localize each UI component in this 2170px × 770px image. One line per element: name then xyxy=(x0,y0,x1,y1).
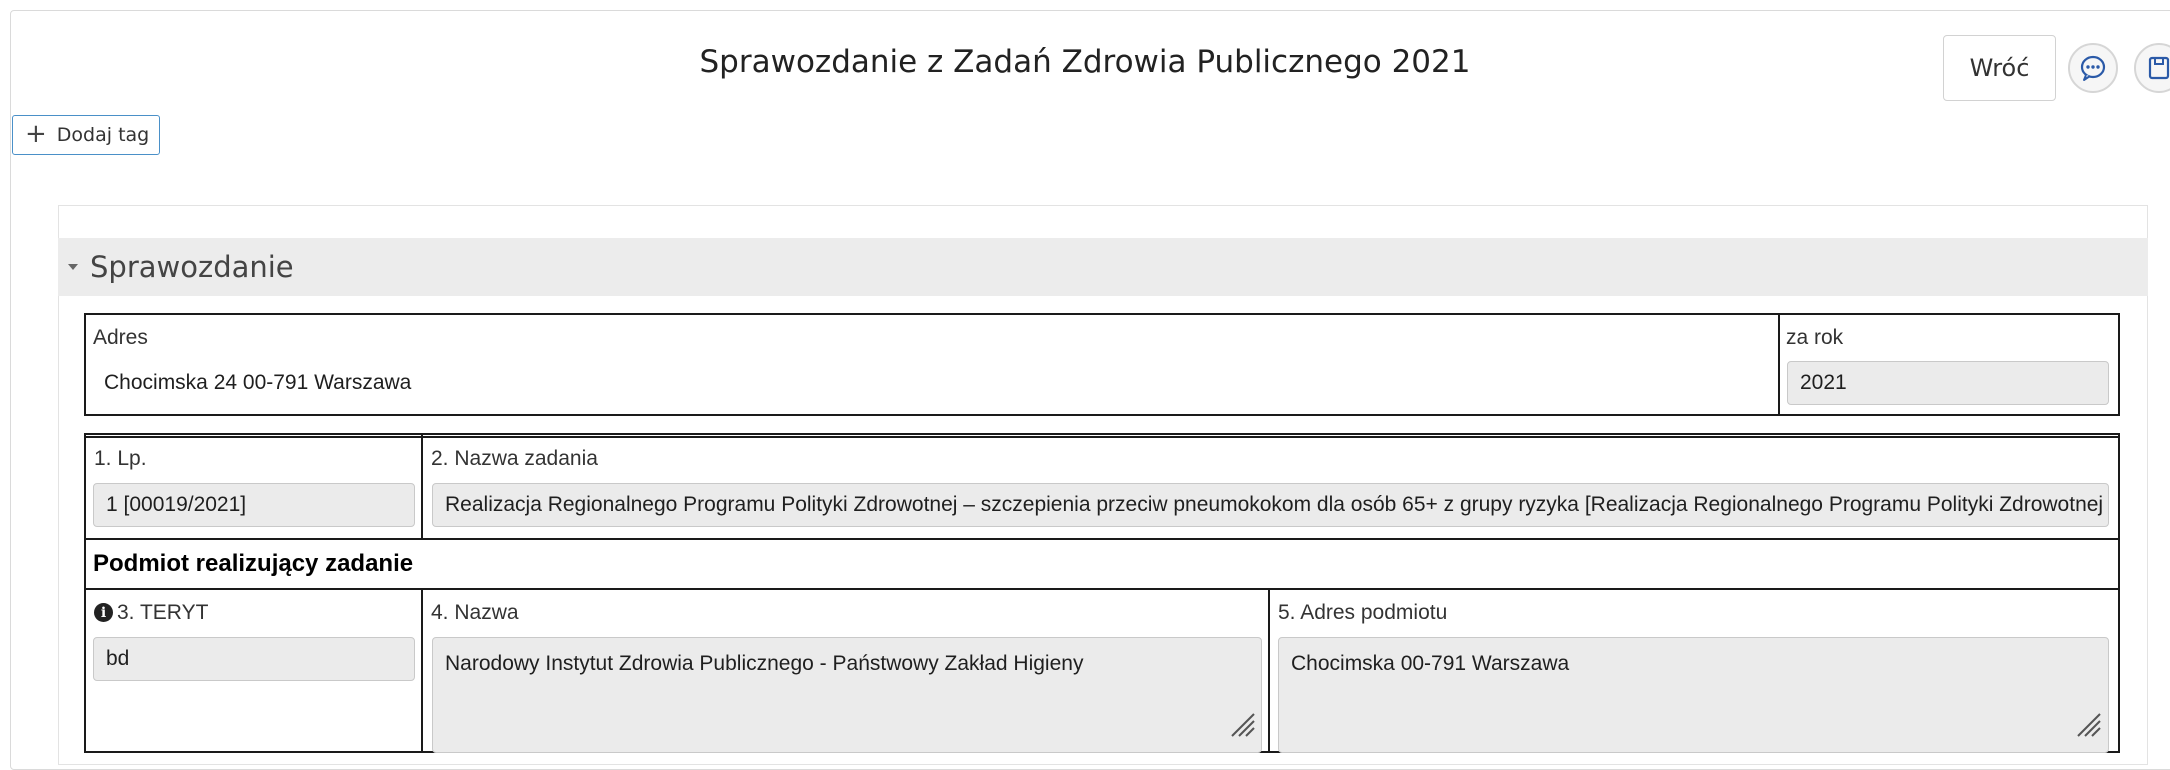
lp-field[interactable]: 1 [00019/2021] xyxy=(93,483,415,527)
divider xyxy=(421,588,423,753)
entity-heading: Podmiot realizujący zadanie xyxy=(93,550,414,577)
divider xyxy=(84,436,2120,438)
lp-label: 1. Lp. xyxy=(94,447,147,470)
add-tag-button[interactable]: + Dodaj tag xyxy=(12,115,160,155)
add-tag-label: Dodaj tag xyxy=(56,124,150,146)
teryt-field[interactable]: bd xyxy=(93,637,415,681)
divider xyxy=(84,588,2120,590)
divider xyxy=(421,433,423,539)
divider xyxy=(84,538,2120,540)
task-name-label: 2. Nazwa zadania xyxy=(431,447,598,470)
info-circle-icon[interactable]: i xyxy=(94,603,113,622)
page-title: Sprawozdanie z Zadań Zdrowia Publicznego… xyxy=(699,44,1471,80)
address-label: Adres xyxy=(93,326,148,349)
caret-down-icon xyxy=(68,264,78,270)
plus-icon: + xyxy=(25,118,47,149)
entity-address-label: 5. Adres podmiotu xyxy=(1278,601,1448,624)
comment-dots-icon xyxy=(2080,55,2106,81)
task-name-field[interactable]: Realizacja Regionalnego Programu Polityk… xyxy=(432,483,2109,527)
back-button[interactable]: Wróć xyxy=(1943,35,2056,101)
address-value: Chocimska 24 00-791 Warszawa xyxy=(104,371,412,394)
teryt-label: 3. TERYT xyxy=(117,601,209,624)
section-header-sprawozdanie[interactable]: Sprawozdanie xyxy=(58,238,2148,296)
resize-handle-icon[interactable] xyxy=(1228,710,1256,738)
year-field[interactable]: 2021 xyxy=(1787,361,2109,405)
divider xyxy=(1268,588,1270,753)
year-label: za rok xyxy=(1786,326,1844,349)
resize-handle-icon[interactable] xyxy=(2074,710,2102,738)
comments-button[interactable] xyxy=(2068,43,2118,93)
section-title: Sprawozdanie xyxy=(90,250,294,284)
entity-address-textarea[interactable]: Chocimska 00-791 Warszawa xyxy=(1278,637,2109,753)
save-icon xyxy=(2148,56,2170,80)
entity-name-textarea[interactable]: Narodowy Instytut Zdrowia Publicznego - … xyxy=(432,637,1262,753)
entity-name-label: 4. Nazwa xyxy=(431,601,519,624)
divider xyxy=(1778,313,1780,416)
